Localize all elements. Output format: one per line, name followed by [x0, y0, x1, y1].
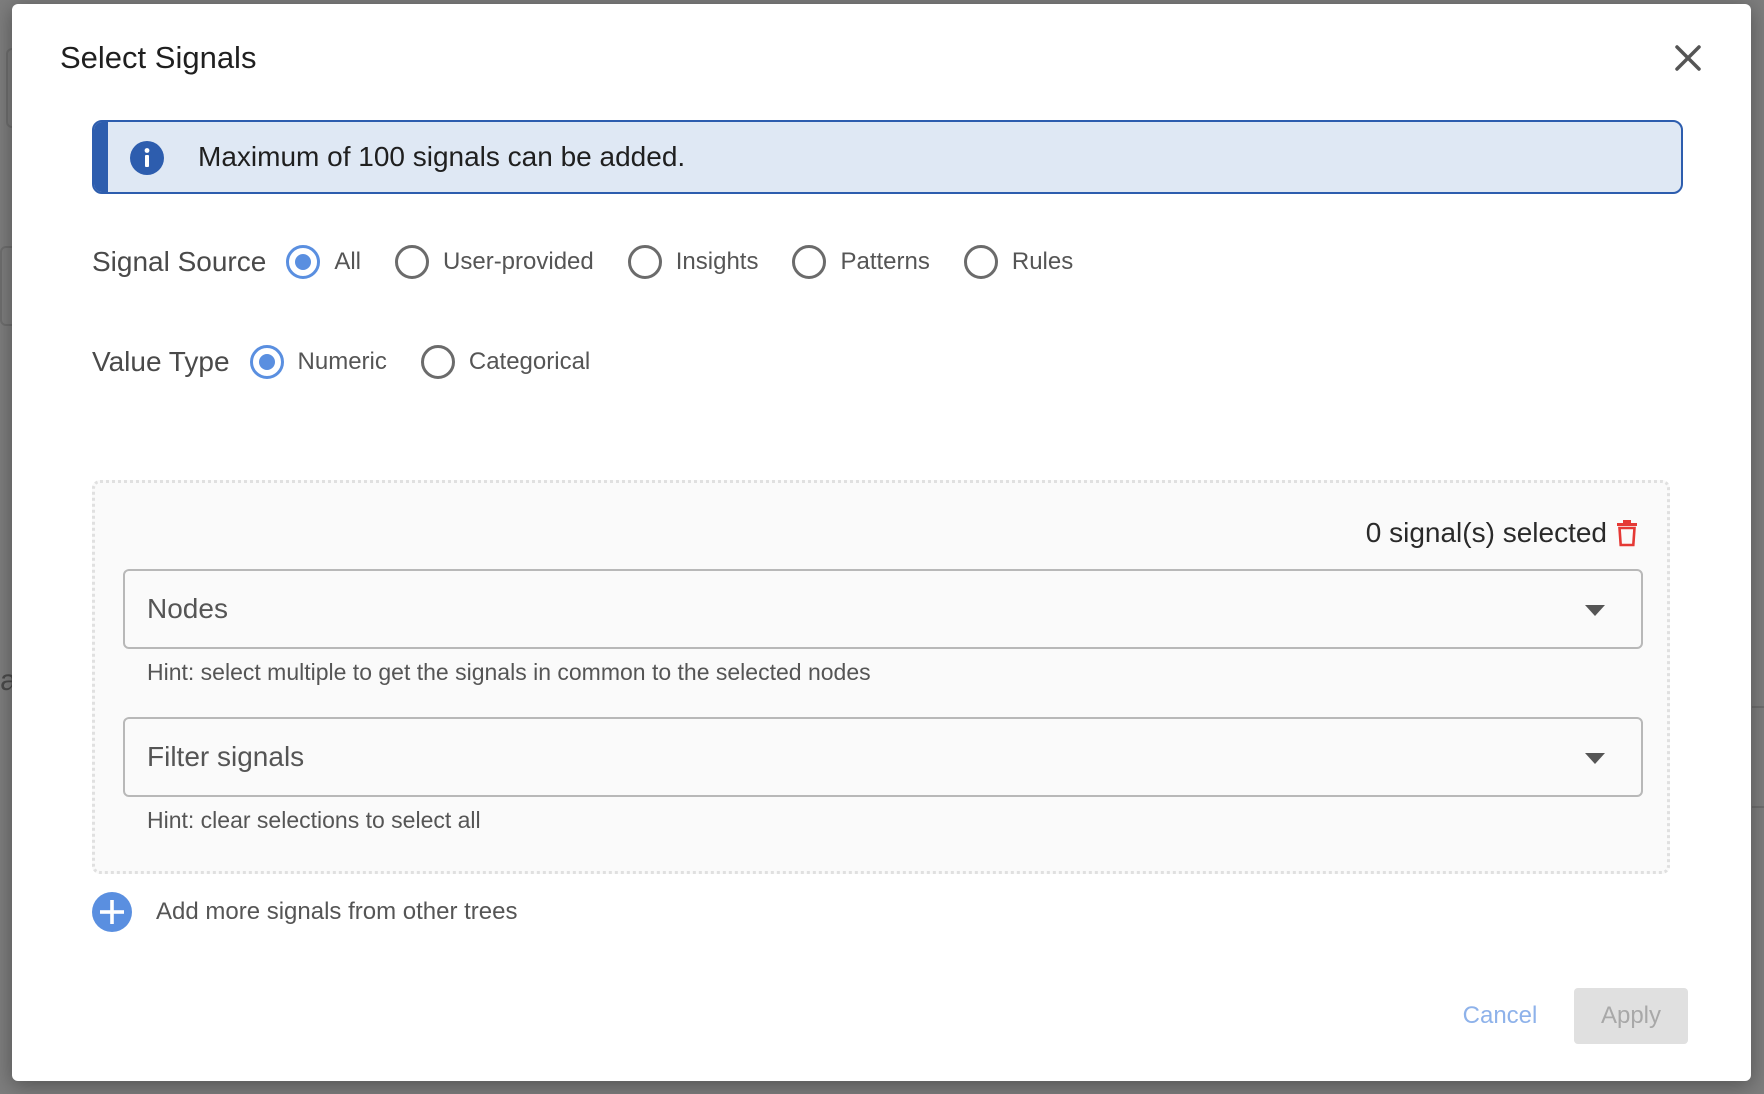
filter-signals-select[interactable]: Filter signals — [123, 717, 1643, 797]
radio-circle — [249, 345, 284, 379]
trash-icon[interactable] — [1615, 519, 1639, 547]
radio-label: Patterns — [840, 248, 930, 275]
radio-circle — [395, 245, 430, 279]
radio-type-numeric[interactable]: Numeric — [249, 345, 387, 379]
radio-source-user-provided[interactable]: User-provided — [395, 245, 594, 279]
radio-source-all[interactable]: All — [286, 245, 361, 279]
radio-circle — [286, 245, 321, 279]
radio-label: Insights — [675, 248, 759, 275]
radio-source-insights[interactable]: Insights — [627, 245, 759, 279]
selected-count: 0 signal(s) selected — [1365, 517, 1607, 548]
value-type-label: Value Type — [92, 346, 230, 377]
select-signals-dialog: Select Signals Maximum of 100 signals ca… — [12, 4, 1751, 1081]
radio-label: Rules — [1011, 248, 1074, 275]
value-type-group: Value Type Numeric Categorical — [92, 340, 624, 384]
radio-label: User-provided — [443, 248, 594, 275]
plus-circle-icon — [92, 892, 132, 932]
chevron-down-icon — [1585, 753, 1605, 764]
add-more-signals-button[interactable]: Add more signals from other trees — [92, 890, 518, 934]
radio-circle — [420, 345, 455, 379]
signal-source-group: Signal Source All User-provided Insights… — [92, 240, 1107, 284]
dialog-title: Select Signals — [60, 40, 257, 75]
background-divider — [1752, 706, 1764, 708]
signal-selection-panel: 0 signal(s) selected Nodes Hint: select … — [92, 480, 1670, 874]
filter-hint: Hint: clear selections to select all — [147, 807, 481, 833]
nodes-select-placeholder: Nodes — [147, 593, 228, 624]
add-more-signals-label: Add more signals from other trees — [156, 898, 518, 925]
nodes-select[interactable]: Nodes — [123, 569, 1643, 649]
background-divider — [1752, 806, 1764, 808]
cancel-button[interactable]: Cancel — [1442, 988, 1558, 1044]
info-icon — [130, 141, 164, 175]
info-banner-stripe — [94, 122, 108, 192]
info-banner: Maximum of 100 signals can be added. — [92, 120, 1683, 194]
chevron-down-icon — [1585, 605, 1605, 616]
radio-source-rules[interactable]: Rules — [963, 245, 1074, 279]
radio-label: All — [334, 248, 362, 275]
nodes-hint: Hint: select multiple to get the signals… — [147, 659, 871, 685]
radio-label: Numeric — [297, 348, 387, 375]
close-icon — [1675, 45, 1701, 71]
radio-circle — [963, 245, 998, 279]
radio-source-patterns[interactable]: Patterns — [792, 245, 930, 279]
close-button[interactable] — [1668, 38, 1708, 78]
radio-type-categorical[interactable]: Categorical — [420, 345, 591, 379]
signal-source-label: Signal Source — [92, 246, 267, 277]
info-message: Maximum of 100 signals can be added. — [198, 141, 686, 172]
radio-circle — [792, 245, 827, 279]
radio-circle — [627, 245, 662, 279]
apply-button[interactable]: Apply — [1574, 988, 1688, 1044]
radio-label: Categorical — [468, 348, 591, 375]
filter-signals-placeholder: Filter signals — [147, 741, 305, 772]
